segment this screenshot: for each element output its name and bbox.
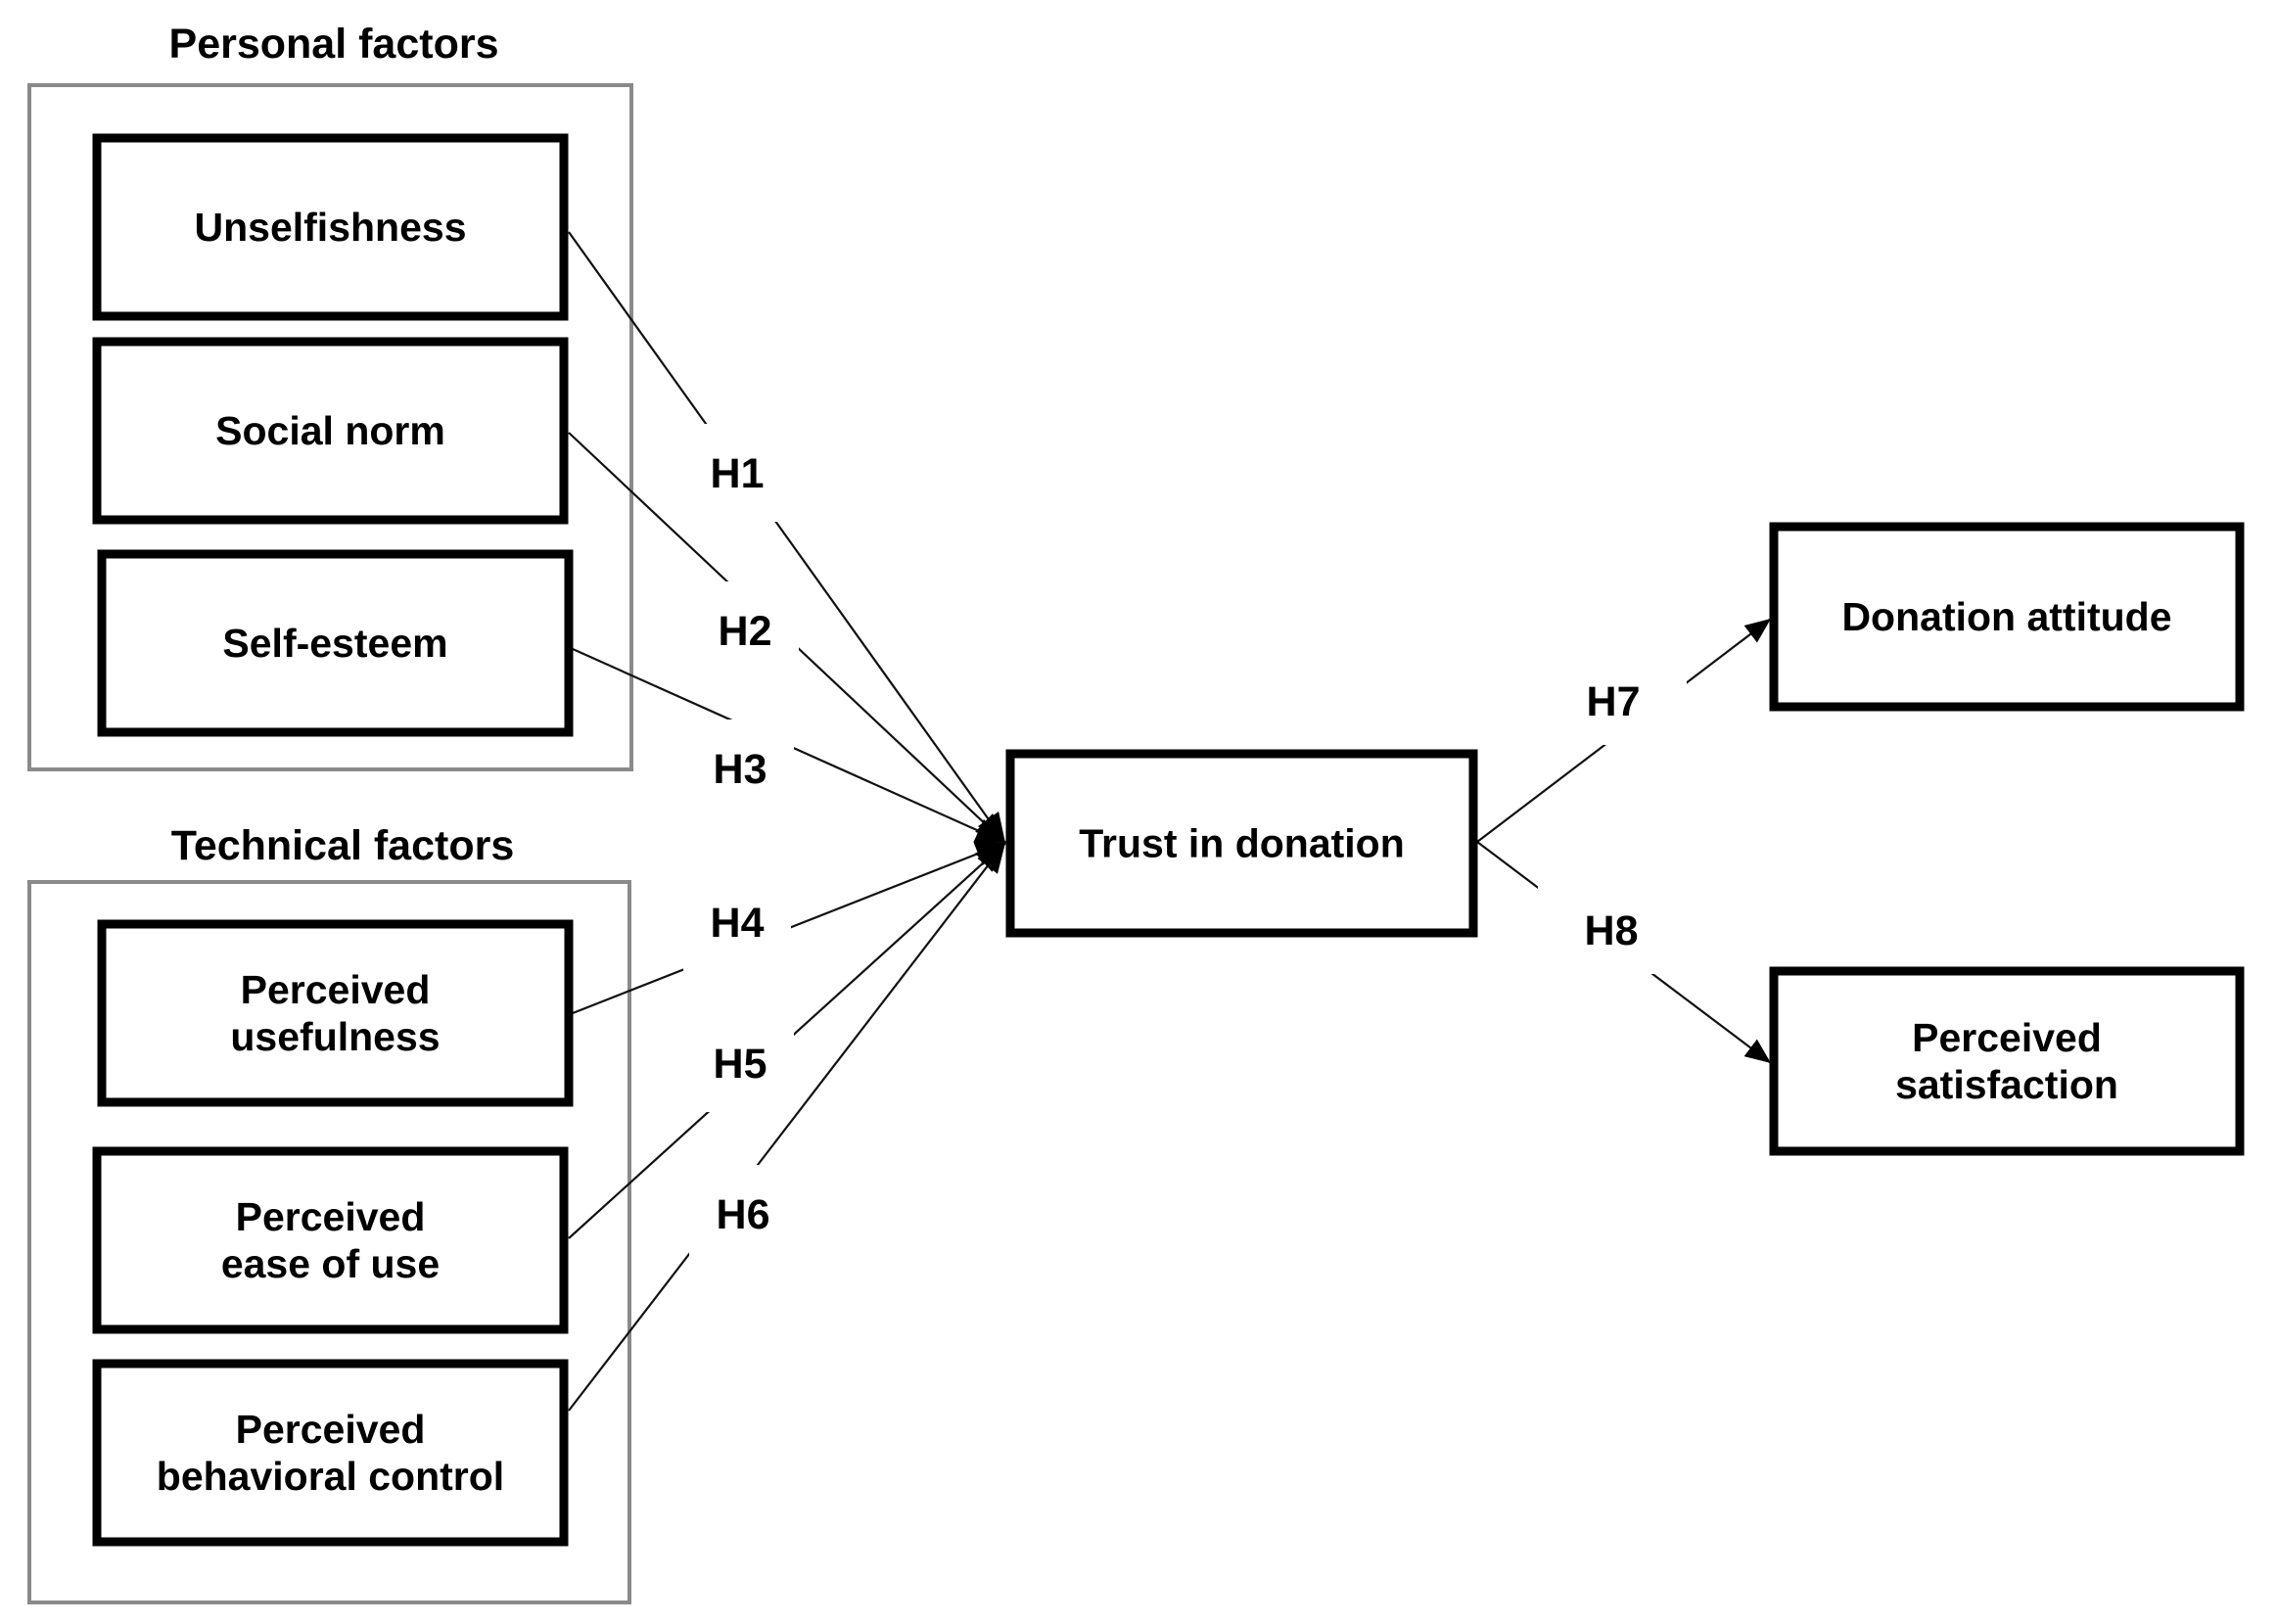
node-label: Perceived (236, 1194, 426, 1239)
node-label: ease of use (221, 1241, 440, 1286)
node-label: Social norm (215, 408, 445, 453)
node-self-esteem[interactable]: Self-esteem (97, 549, 574, 737)
hypothesis-label-h4: H4 (711, 900, 765, 947)
node-perceived-usefulness[interactable]: Perceivedusefulness (97, 919, 574, 1107)
node-perceived-satisfaction[interactable]: Perceivedsatisfaction (1769, 966, 2245, 1156)
node-label: Donation attitude (1841, 594, 2171, 639)
node-label: Perceived (241, 967, 431, 1012)
group-title-personal: Personal factors (169, 21, 499, 68)
node-label: Self-esteem (222, 621, 447, 666)
node-box (1769, 966, 2245, 1156)
node-label: Perceived (236, 1407, 426, 1452)
arrowhead-h8 (1743, 1039, 1771, 1063)
research-model-diagram: Personal factors Technical factors H1 H2 H… (27, 21, 2245, 1604)
hypothesis-label-h6: H6 (717, 1191, 770, 1238)
node-box (97, 919, 574, 1107)
node-label: behavioral control (157, 1454, 504, 1499)
node-box (92, 1359, 569, 1547)
node-label: Unselfishness (195, 205, 467, 250)
node-label: Trust in donation (1079, 821, 1405, 866)
hypothesis-label-h2: H2 (719, 608, 772, 655)
node-unselfishness[interactable]: Unselfishness (92, 133, 569, 321)
node-label: satisfaction (1895, 1062, 2118, 1107)
group-title-technical: Technical factors (171, 822, 515, 869)
node-label: Perceived (1912, 1015, 2102, 1060)
node-social-norm[interactable]: Social norm (92, 337, 569, 525)
hypothesis-label-h1: H1 (711, 450, 765, 497)
hypothesis-label-h3: H3 (714, 746, 767, 793)
hypothesis-label-h8: H8 (1585, 907, 1639, 954)
node-perceived-behavioral-control[interactable]: Perceivedbehavioral control (92, 1359, 569, 1547)
node-label: usefulness (230, 1014, 440, 1059)
node-donation-attitude[interactable]: Donation attitude (1769, 522, 2245, 712)
hypothesis-label-h5: H5 (714, 1041, 767, 1088)
hypothesis-label-h7: H7 (1587, 678, 1641, 725)
node-box (92, 1146, 569, 1334)
arrowhead-h7 (1743, 619, 1771, 643)
node-trust-in-donation[interactable]: Trust in donation (1005, 749, 1478, 938)
node-perceived-ease-of-use[interactable]: Perceivedease of use (92, 1146, 569, 1334)
